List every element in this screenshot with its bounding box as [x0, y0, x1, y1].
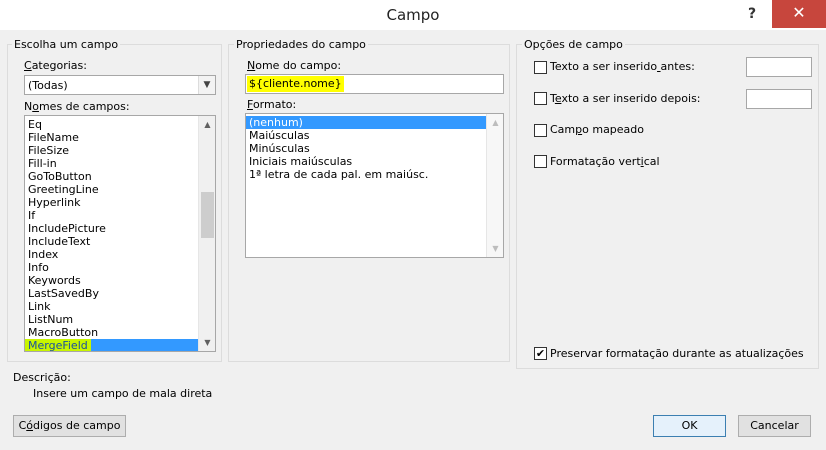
list-item[interactable]: Eq: [25, 118, 198, 131]
format-scrollbar[interactable]: ▲ ▼: [486, 114, 503, 257]
vertical-format-checkbox[interactable]: [534, 155, 547, 168]
field-names-label: Nomes de campos:: [24, 100, 130, 113]
categories-value: (Todas): [28, 79, 68, 92]
scroll-up-icon[interactable]: ▲: [199, 116, 215, 133]
scrollbar-thumb[interactable]: [201, 192, 214, 238]
close-button[interactable]: ✕: [772, 0, 826, 28]
list-item[interactable]: GoToButton: [25, 170, 198, 183]
list-item[interactable]: Index: [25, 248, 198, 261]
list-item[interactable]: FileName: [25, 131, 198, 144]
categories-dropdown[interactable]: (Todas) ▼: [24, 75, 216, 95]
field-names-list[interactable]: Eq FileName FileSize Fill-in GoToButton Greet…: [24, 115, 216, 352]
list-item[interactable]: Hyperlink: [25, 196, 198, 209]
field-name-value: ${cliente.nome}: [247, 76, 344, 92]
text-after-label: Texto a ser inserido depois:: [550, 92, 701, 105]
description-text: Insere um campo de mala direta: [33, 387, 213, 400]
field-name-label: Nome do campo:: [247, 59, 342, 72]
vertical-format-label: Formatação vertical: [550, 155, 660, 168]
list-item[interactable]: IncludePicture: [25, 222, 198, 235]
field-names-scrollbar[interactable]: ▲ ▼: [198, 116, 215, 351]
field-properties-group-title: Propriedades do campo: [234, 38, 368, 51]
choose-field-group-title: Escolha um campo: [12, 38, 121, 51]
scroll-down-icon[interactable]: ▼: [199, 334, 215, 351]
preserve-format-label: Preservar formatação durante as atualiza…: [550, 347, 804, 360]
list-item[interactable]: Keywords: [25, 274, 198, 287]
field-names-items: Eq FileName FileSize Fill-in GoToButton Greet…: [25, 118, 198, 351]
description-label: Descrição:: [13, 371, 71, 384]
categories-label: Categorias:: [24, 59, 87, 72]
cancel-button[interactable]: Cancelar: [738, 415, 811, 437]
list-item[interactable]: Info: [25, 261, 198, 274]
list-item[interactable]: IncludeText: [25, 235, 198, 248]
title-bar: Campo ? ✕: [0, 0, 826, 30]
preserve-format-checkbox[interactable]: ✔: [534, 347, 547, 360]
field-name-input[interactable]: ${cliente.nome}: [245, 74, 504, 94]
list-item[interactable]: MacroButton: [25, 326, 198, 339]
list-item[interactable]: MergeField: [25, 339, 198, 351]
list-item[interactable]: (nenhum): [246, 116, 486, 129]
text-before-checkbox[interactable]: [534, 61, 547, 74]
field-codes-button[interactable]: Códigos de campo: [13, 415, 126, 437]
list-item[interactable]: Link: [25, 300, 198, 313]
chevron-down-icon[interactable]: ▼: [198, 76, 215, 94]
text-before-label: Texto a ser inserido antes:: [550, 60, 695, 73]
format-items: (nenhum) Maiúsculas Minúsculas Iniciais mai…: [246, 116, 486, 181]
mapped-field-label: Campo mapeado: [550, 123, 645, 136]
list-item[interactable]: GreetingLine: [25, 183, 198, 196]
list-item[interactable]: Iniciais maiúsculas: [246, 155, 486, 168]
list-item[interactable]: LastSavedBy: [25, 287, 198, 300]
list-item[interactable]: If: [25, 209, 198, 222]
text-after-input[interactable]: [746, 89, 812, 109]
field-options-group-title: Opções de campo: [522, 38, 625, 51]
scroll-down-icon[interactable]: ▼: [487, 240, 503, 257]
ok-button[interactable]: OK: [653, 415, 726, 437]
format-list[interactable]: (nenhum) Maiúsculas Minúsculas Iniciais mai…: [245, 113, 504, 258]
list-item[interactable]: Minúsculas: [246, 142, 486, 155]
window-title: Campo: [386, 6, 440, 24]
list-item[interactable]: ListNum: [25, 313, 198, 326]
list-item[interactable]: Fill-in: [25, 157, 198, 170]
text-after-checkbox[interactable]: [534, 92, 547, 105]
text-before-input[interactable]: [746, 57, 812, 77]
scroll-up-icon[interactable]: ▲: [487, 114, 503, 131]
list-item[interactable]: 1ª letra de cada pal. em maiúsc.: [246, 168, 486, 181]
list-item[interactable]: Maiúsculas: [246, 129, 486, 142]
list-item[interactable]: FileSize: [25, 144, 198, 157]
mapped-field-checkbox[interactable]: [534, 124, 547, 137]
format-label: Formato:: [247, 98, 297, 111]
help-button[interactable]: ?: [740, 4, 764, 24]
